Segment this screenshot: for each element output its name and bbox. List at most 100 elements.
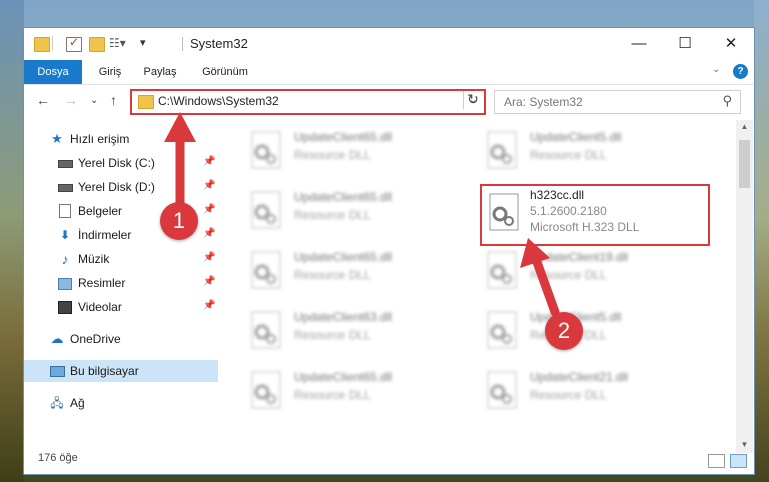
recent-locations-icon[interactable]: ⌄ [90,95,98,106]
list-item[interactable]: UpdateClient19.dll Resource DLL [484,246,684,296]
sidebar-item-this-pc[interactable]: Bu bilgisayar [24,360,218,382]
file-name: UpdateClient19.dll [530,250,629,264]
pin-icon[interactable]: 📌 [203,276,215,287]
dll-file-icon [484,130,520,170]
search-input[interactable]: Ara: System32 ⚲ [494,90,741,114]
tab-file[interactable]: Dosya [24,60,82,84]
tab-share[interactable]: Paylaş [138,60,182,84]
sidebar-item-label: Yerel Disk (C:) [78,156,155,170]
sidebar-item-label: OneDrive [70,332,121,346]
sidebar-item-quick-access[interactable]: ★ Hızlı erişim [24,128,218,150]
pin-icon[interactable]: 📌 [203,228,215,239]
file-name: UpdateClient5.dll [530,130,622,144]
expand-ribbon-icon[interactable]: ⌄ [712,64,720,75]
file-name: UpdateClient65.dll [294,370,393,384]
video-icon [58,300,72,314]
address-text: C:\Windows\System32 [158,94,279,108]
star-icon: ★ [51,131,63,146]
dll-file-icon [484,310,520,350]
sidebar-item-pictures[interactable]: Resimler 📌 [24,272,218,294]
sidebar-item-local-disk-c[interactable]: Yerel Disk (C:) 📌 [24,152,218,174]
file-description: Resource DLL [294,148,371,162]
navigation-bar: ← → ⌄ ↑ C:\Windows\System32 ⌄ ↻ Ara: Sys… [24,85,754,119]
document-icon [58,204,72,218]
desktop-background-right [754,0,769,482]
file-name: UpdateClient65.dll [294,130,393,144]
pin-icon[interactable]: 📌 [203,252,215,263]
back-arrow-icon[interactable]: ← [36,92,50,108]
file-name: UpdateClient21.dll [530,370,629,384]
minimize-button[interactable]: — [616,28,662,60]
sidebar-item-label: Videolar [78,300,122,314]
ribbon: Dosya Giriş Paylaş Görünüm ⌄ ? [24,60,754,85]
sidebar-item-local-disk-d[interactable]: Yerel Disk (D:) 📌 [24,176,218,198]
customize-toolbar-icon[interactable]: ☷▾ [109,36,126,50]
sidebar-item-label: Yerel Disk (D:) [78,180,155,194]
maximize-button[interactable]: ☐ [662,28,708,60]
list-item[interactable]: UpdateClient65.dll Resource DLL [248,246,448,296]
large-icons-view-icon[interactable] [730,454,747,468]
explorer-window: ☷▾ ▾ System32 — ☐ ✕ Dosya Giriş Paylaş G… [24,28,754,474]
sidebar-item-label: Resimler [78,276,126,290]
refresh-icon[interactable]: ↻ [463,91,482,109]
details-view-icon[interactable] [708,454,725,468]
list-item[interactable]: UpdateClient5.dll Resource DLL [484,126,684,176]
new-folder-icon[interactable] [89,37,105,52]
item-count: 176 öğe [38,452,78,464]
scroll-thumb[interactable] [739,140,750,188]
file-description: Resource DLL [530,388,607,402]
list-item[interactable]: UpdateClient63.dll Resource DLL [248,306,448,356]
sidebar-item-videos[interactable]: Videolar 📌 [24,296,218,318]
sidebar-item-network[interactable]: 🖧 Ağ [24,392,218,414]
address-bar[interactable]: C:\Windows\System32 ⌄ [130,89,486,115]
music-icon: ♪ [61,251,69,267]
file-name: UpdateClient63.dll [294,310,393,324]
sidebar-item-onedrive[interactable]: ☁ OneDrive [24,328,218,350]
tab-home[interactable]: Giriş [90,60,130,84]
highlight-box [480,184,710,246]
list-item[interactable]: UpdateClient65.dll Resource DLL [248,366,448,416]
up-arrow-icon[interactable]: ↑ [110,92,117,108]
status-bar: 176 öğe [24,446,754,474]
list-item[interactable]: UpdateClient5.dll Resource DLL [484,306,684,356]
toolbar-dropdown-icon[interactable]: ▾ [140,36,146,49]
title-divider [182,37,183,51]
sidebar-item-label: Müzik [78,252,110,266]
dll-file-icon [248,310,284,350]
pin-icon[interactable]: 📌 [203,180,215,191]
close-button[interactable]: ✕ [708,28,754,60]
window-title: System32 [190,36,248,51]
properties-icon[interactable] [66,35,82,52]
cloud-icon: ☁ [50,331,64,346]
folder-icon [34,37,50,52]
tab-view[interactable]: Görünüm [198,60,252,84]
dll-file-icon [248,130,284,170]
divider [52,36,53,51]
list-item[interactable]: UpdateClient65.dll Resource DLL [248,126,448,176]
drive-icon [58,180,73,194]
file-name: UpdateClient65.dll [294,250,393,264]
search-placeholder: Ara: System32 [504,95,583,109]
file-description: Resource DLL [530,268,607,282]
forward-arrow-icon[interactable]: → [64,92,78,108]
sidebar-item-music[interactable]: ♪ Müzik 📌 [24,248,218,270]
list-item[interactable]: UpdateClient21.dll Resource DLL [484,366,684,416]
list-item[interactable]: UpdateClient65.dll Resource DLL [248,186,448,236]
step-badge-2: 2 [545,312,583,350]
download-icon: ⬇ [59,228,71,242]
computer-icon [50,364,65,378]
vertical-scrollbar[interactable]: ▲ ▼ [736,120,753,453]
file-description: Resource DLL [294,388,371,402]
help-icon[interactable]: ? [733,64,748,79]
desktop-background-left [0,0,24,482]
sidebar-item-label: Hızlı erişim [70,132,130,146]
pin-icon[interactable]: 📌 [203,300,215,311]
scroll-up-icon[interactable]: ▲ [736,120,753,134]
file-list: UpdateClient65.dll Resource DLL UpdateCl… [220,120,734,438]
search-icon: ⚲ [722,93,732,108]
file-description: Resource DLL [294,268,371,282]
pin-icon[interactable]: 📌 [203,156,215,167]
dll-file-icon [248,370,284,410]
sidebar-item-label: Ağ [70,396,85,410]
pin-icon[interactable]: 📌 [203,204,215,215]
